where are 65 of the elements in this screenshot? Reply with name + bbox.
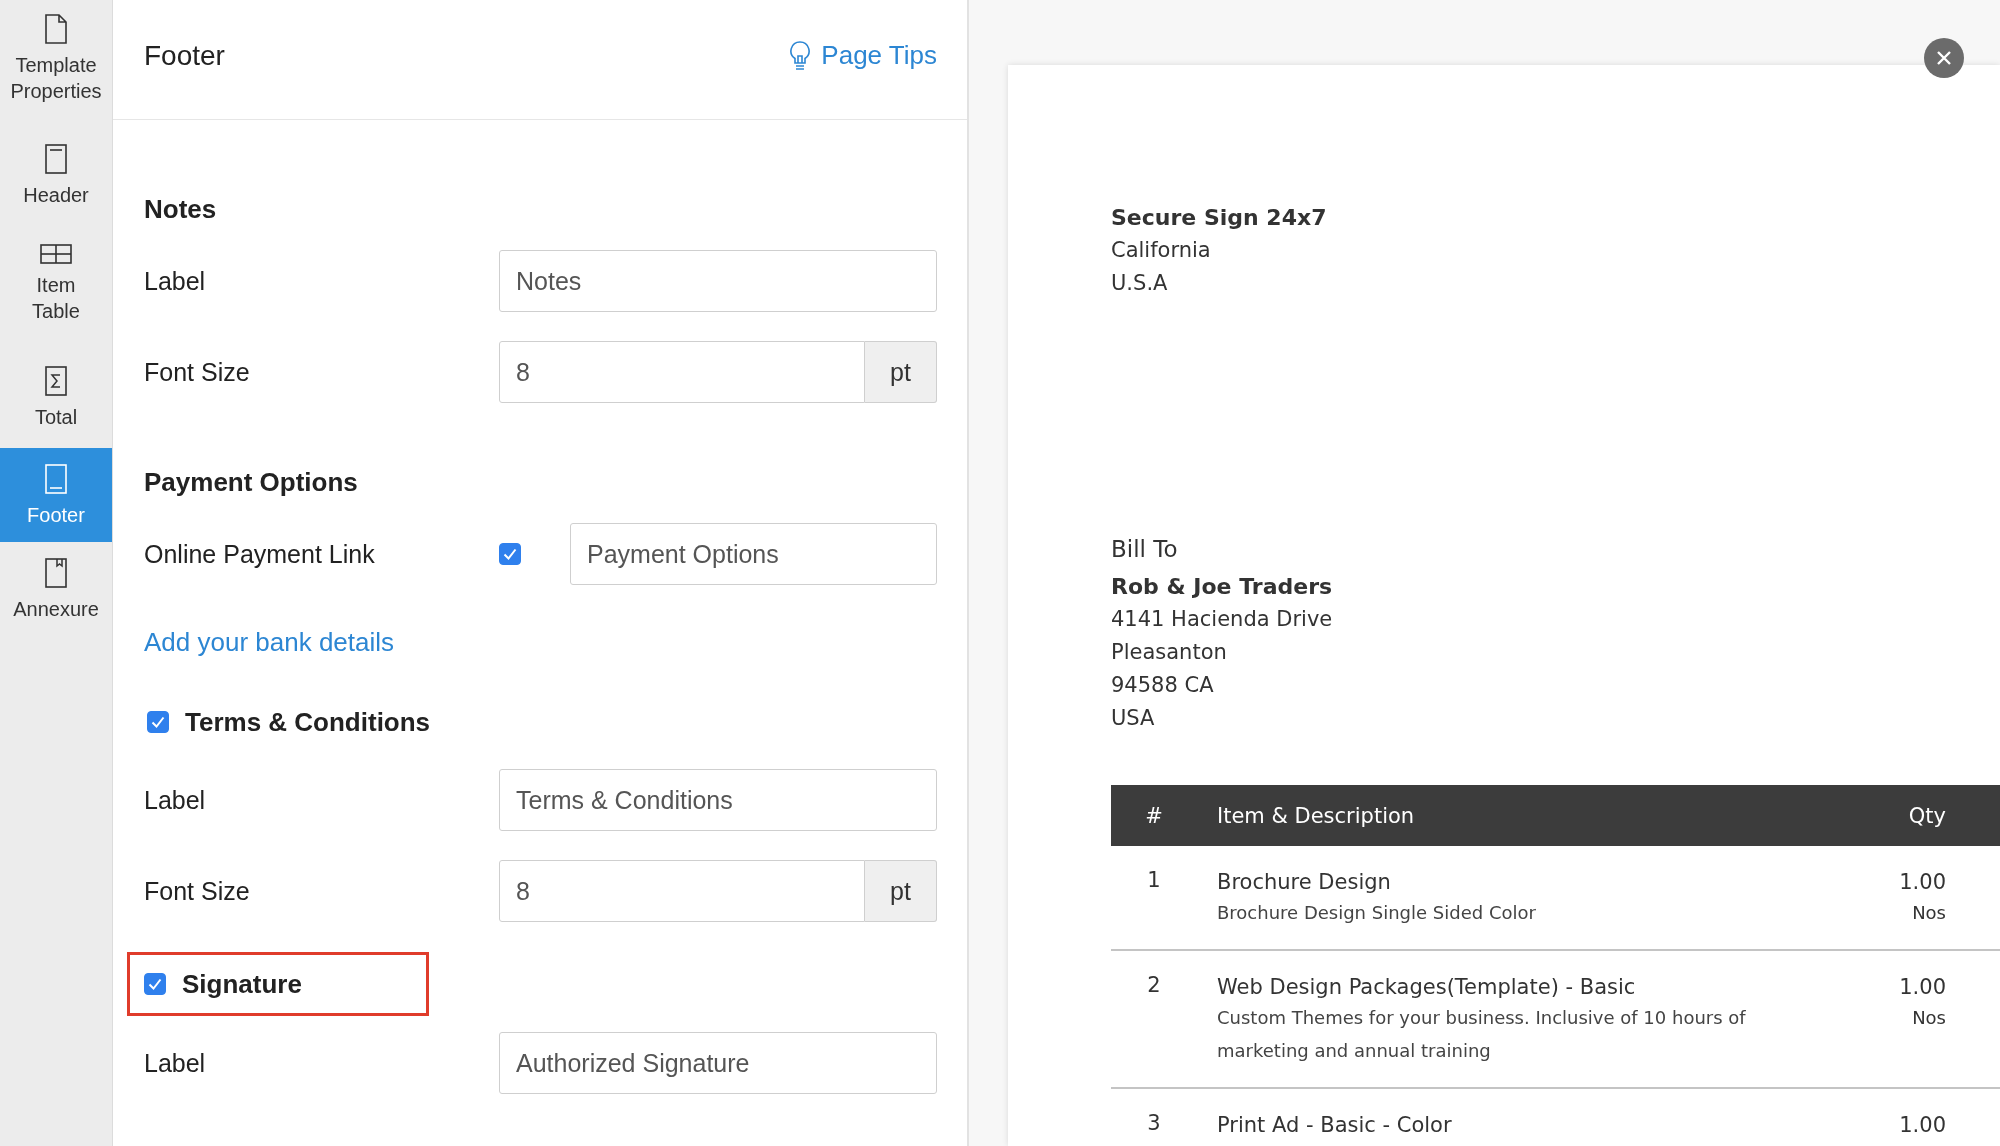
checkmark-icon — [151, 716, 165, 728]
font-size-field[interactable]: 8 — [499, 341, 865, 403]
quantity: 1.00 — [1898, 1112, 1946, 1139]
field-label: Font Size — [144, 357, 251, 387]
page-tips-link[interactable]: Page Tips — [789, 39, 937, 72]
checkbox-label: Terms & Conditions — [185, 706, 431, 738]
row-number: 2 — [1146, 973, 1162, 997]
bookmark-page-icon — [45, 558, 67, 588]
sigma-icon — [45, 366, 67, 396]
field-label: Online Payment Link — [144, 539, 376, 569]
sidebar-item[interactable]: Total — [0, 362, 112, 448]
customer-name: Rob & Joe Traders — [1111, 573, 1334, 601]
text-field[interactable]: Notes — [499, 250, 937, 312]
lightbulb-icon — [789, 39, 812, 72]
panel-title: Footer — [144, 39, 225, 72]
quantity: 1.00 — [1898, 974, 1946, 1001]
row-number: 3 — [1146, 1111, 1162, 1135]
address-line: U.S.A — [1111, 270, 1169, 297]
unit-label: pt — [865, 341, 937, 403]
sidebar-item[interactable]: Item Table — [0, 240, 112, 362]
bill-to-heading: Bill To — [1111, 536, 1179, 562]
field-label: Font Size — [144, 876, 251, 906]
checkbox[interactable] — [499, 543, 521, 565]
address-line: USA — [1111, 705, 1156, 732]
checkmark-icon — [503, 548, 517, 560]
checkmark-icon — [148, 978, 162, 990]
text-field[interactable]: Authorized Signature — [499, 1032, 937, 1094]
font-size-field[interactable]: 8 — [499, 860, 865, 922]
item-name: Print Ad - Basic - Color — [1217, 1112, 1453, 1139]
item-name: Brochure Design — [1217, 869, 1392, 896]
page-header-icon — [45, 144, 67, 174]
table-icon — [40, 244, 72, 264]
unit-label: pt — [865, 860, 937, 922]
sidebar-item[interactable]: Template Properties — [0, 14, 112, 140]
column-header: Qty — [1907, 803, 1947, 828]
column-header: # — [1144, 803, 1164, 828]
checkbox[interactable] — [144, 973, 166, 995]
section-heading: Payment Options — [144, 466, 358, 498]
row-number: 1 — [1146, 868, 1162, 892]
page-footer-icon — [45, 464, 67, 494]
bank-details-link[interactable]: Add your bank details — [144, 626, 395, 658]
text-field[interactable]: Payment Options — [570, 523, 937, 585]
field-label: Label — [144, 785, 207, 815]
quantity-unit: Nos — [1911, 1006, 1946, 1030]
close-icon[interactable] — [1924, 38, 1964, 78]
document-icon — [45, 14, 67, 44]
company-name: Secure Sign 24x7 — [1111, 204, 1328, 232]
field-label: Label — [144, 266, 207, 296]
checkbox[interactable] — [147, 711, 169, 733]
text-field[interactable]: Terms & Conditions — [499, 769, 937, 831]
section-heading: Notes — [144, 193, 217, 225]
field-label: Label — [144, 1048, 207, 1078]
sidebar-item[interactable]: Annexure — [0, 558, 112, 654]
address-line: California — [1111, 237, 1212, 264]
column-header: Item & Description — [1217, 803, 1416, 828]
address-line: Pleasanton — [1111, 639, 1228, 666]
address-line: 94588 CA — [1111, 672, 1215, 699]
sidebar-item[interactable]: Header — [0, 140, 112, 240]
address-line: 4141 Hacienda Drive — [1111, 606, 1334, 633]
quantity-unit: Nos — [1911, 901, 1946, 925]
item-name: Web Design Packages(Template) - Basic — [1217, 974, 1637, 1001]
item-description: Custom Themes for your business. Inclusive of 10 hours of marketing and annual training — [1217, 1006, 1747, 1063]
item-description: Brochure Design Single Sided Color — [1217, 901, 1537, 925]
quantity: 1.00 — [1898, 869, 1946, 896]
checkbox-label: Signature — [182, 968, 302, 1000]
